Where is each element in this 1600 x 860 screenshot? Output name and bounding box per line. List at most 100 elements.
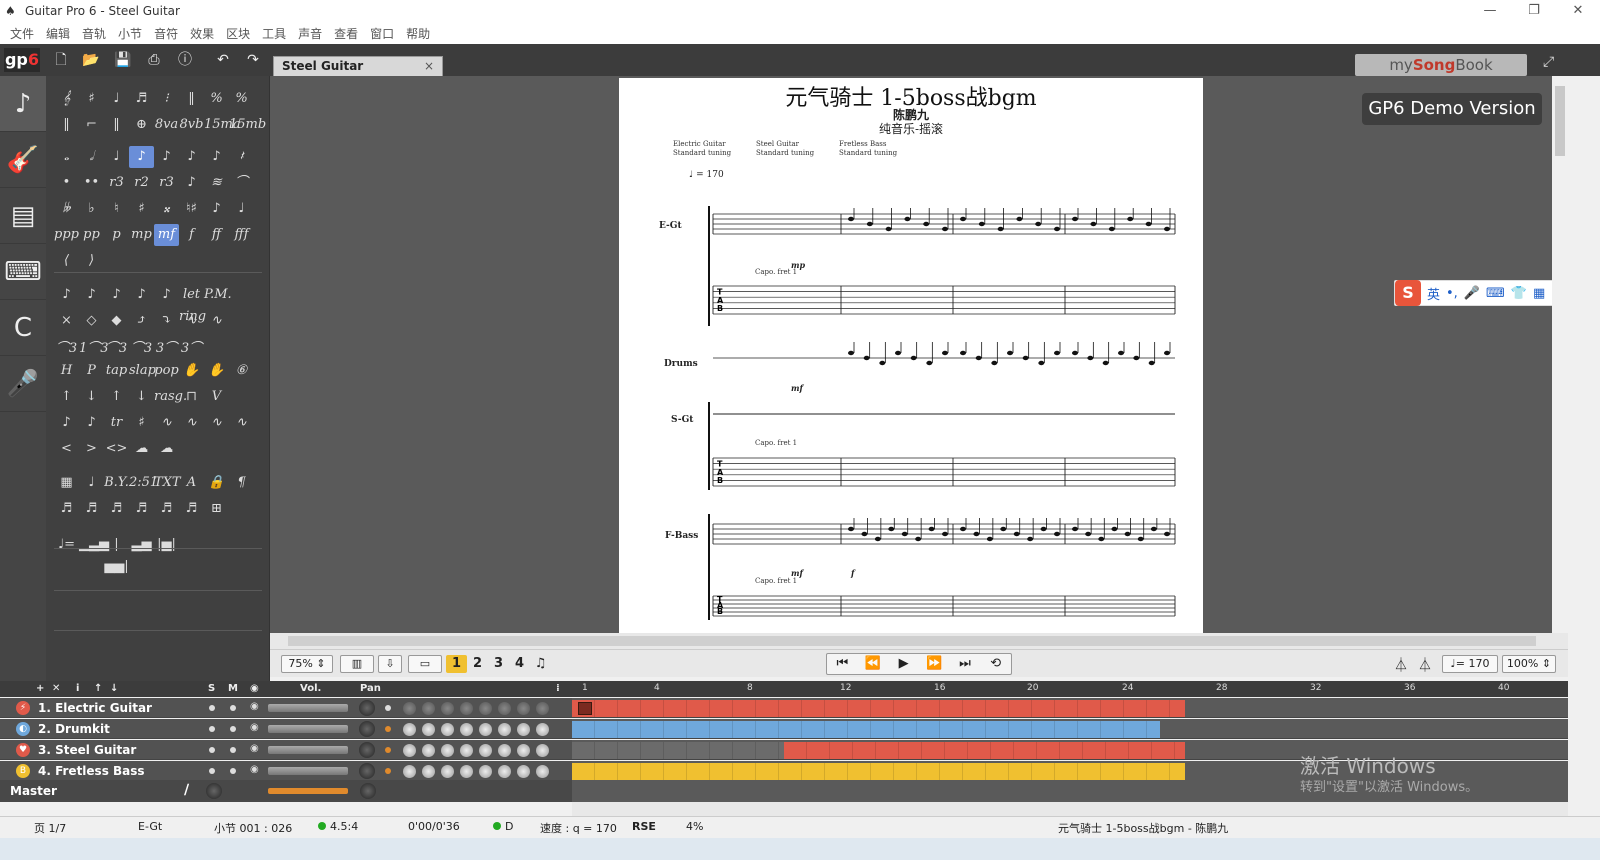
voice-2-button[interactable]: 2 xyxy=(467,655,488,673)
keyboard-icon[interactable]: ⌨ xyxy=(1486,286,1505,301)
mysongbook-button[interactable]: mySongBook xyxy=(1355,54,1527,76)
master-volume-slider[interactable] xyxy=(268,788,348,794)
master-track[interactable]: Master ∕ xyxy=(0,780,572,802)
visibility-eye-icon[interactable]: ◉ xyxy=(250,743,259,754)
timeline-bar-number[interactable]: 20 xyxy=(1027,683,1038,693)
palette-button[interactable]: ♯ xyxy=(129,198,154,220)
master-eq-knob[interactable] xyxy=(206,783,222,799)
palette-button[interactable]: ♩ xyxy=(104,88,129,110)
track-pan-knob[interactable] xyxy=(359,721,375,737)
track-eq-knob[interactable] xyxy=(479,765,492,778)
track-horizontal-scrollbar[interactable] xyxy=(572,802,1568,816)
track-eq-knob[interactable] xyxy=(517,765,530,778)
palette-button[interactable]: ∿ xyxy=(179,412,204,434)
palette-button[interactable]: ⁝ xyxy=(154,88,179,110)
timeline-bar-number[interactable]: 28 xyxy=(1216,683,1227,693)
palette-button[interactable]: ‖ xyxy=(104,114,129,136)
palette-button[interactable]: 8va xyxy=(154,114,179,136)
ime-punct-toggle[interactable]: •, xyxy=(1446,286,1458,301)
track-eq-knob[interactable] xyxy=(498,723,511,736)
palette-button[interactable]: ff xyxy=(204,224,229,246)
palette-button[interactable]: |▅| xyxy=(154,534,179,556)
track-name[interactable]: 1. Electric Guitar xyxy=(38,701,152,715)
timeline-bar-number[interactable]: 12 xyxy=(840,683,851,693)
palette-button[interactable]: ∿ xyxy=(179,310,204,332)
track-clip-block[interactable] xyxy=(572,721,1160,738)
maximize-button[interactable]: ❐ xyxy=(1512,0,1556,22)
palette-button[interactable]: ♬ xyxy=(129,498,154,520)
palette-button[interactable]: 𝄫 xyxy=(54,198,79,220)
move-track-up-button[interactable]: ↑ xyxy=(94,683,102,694)
palette-button[interactable]: ↓ xyxy=(129,386,154,408)
timeline-bar-number[interactable]: 40 xyxy=(1498,683,1509,693)
redo-icon[interactable]: ↷ xyxy=(242,50,264,70)
palette-button[interactable]: > xyxy=(79,438,104,460)
palette-button[interactable]: f xyxy=(179,224,204,246)
track-volume-slider[interactable] xyxy=(268,704,348,712)
timeline-bar-number[interactable]: 24 xyxy=(1122,683,1133,693)
palette-button[interactable]: ♯ xyxy=(79,88,104,110)
palette-button[interactable]: ⌒3 xyxy=(104,338,129,360)
palette-button[interactable]: ∿ xyxy=(229,412,254,434)
eye-icon[interactable]: ◉ xyxy=(250,683,259,694)
track-row[interactable]: B 4. Fretless Bass ◉ xyxy=(0,761,572,781)
palette-button[interactable]: B.Y. xyxy=(104,472,129,494)
zoom-select[interactable]: 75% ⇕ xyxy=(281,655,333,673)
track-eq-knob[interactable] xyxy=(422,744,435,757)
palette-button[interactable]: mp xyxy=(129,224,154,246)
track-eq-knob[interactable] xyxy=(536,702,549,715)
track-eq-knob[interactable] xyxy=(422,765,435,778)
play-icon[interactable]: ▶ xyxy=(888,654,919,674)
palette-button[interactable]: 🔒 xyxy=(204,472,229,494)
mute-toggle[interactable] xyxy=(230,726,236,732)
palette-button[interactable]: ⊞ xyxy=(204,498,229,520)
visibility-eye-icon[interactable]: ◉ xyxy=(250,701,259,712)
palette-button[interactable]: ⊕ xyxy=(129,114,154,136)
track-eq-knob[interactable] xyxy=(403,765,416,778)
palette-button[interactable]: ♪ xyxy=(154,146,179,168)
palette-button[interactable]: r2 xyxy=(129,172,154,194)
menu-file[interactable]: 文件 xyxy=(4,25,40,42)
menu-help[interactable]: 帮助 xyxy=(400,25,436,42)
palette-button[interactable]: ♪ xyxy=(204,198,229,220)
palette-button[interactable]: ⌒3 xyxy=(129,338,154,360)
menu-tools[interactable]: 工具 xyxy=(256,25,292,42)
palette-button[interactable]: tr xyxy=(104,412,129,434)
palette-button[interactable]: ♪ xyxy=(179,172,204,194)
palette-button[interactable]: |▅▅| xyxy=(104,534,129,574)
palette-button[interactable]: 2:51 xyxy=(129,472,158,494)
track-eq-knob[interactable] xyxy=(441,744,454,757)
menu-edit[interactable]: 编辑 xyxy=(40,25,76,42)
track-row[interactable]: ◐ 2. Drumkit ◉ xyxy=(0,719,572,739)
palette-button[interactable]: ‖ xyxy=(179,88,204,110)
menu-window[interactable]: 窗口 xyxy=(364,25,400,42)
countdown-icon[interactable]: ⏃ xyxy=(1418,655,1432,675)
go-to-start-icon[interactable]: ⏮ xyxy=(827,654,858,674)
palette-button[interactable]: ↑ xyxy=(104,386,129,408)
menu-bar-item[interactable]: 小节 xyxy=(112,25,148,42)
solo-toggle[interactable] xyxy=(209,726,215,732)
palette-button[interactable]: 8vb xyxy=(179,114,204,136)
info-icon[interactable]: ⓘ xyxy=(174,50,196,70)
track-eq-knob[interactable] xyxy=(536,744,549,757)
chord-c7-icon[interactable]: C xyxy=(0,300,46,356)
palette-button[interactable]: 𝅝 xyxy=(54,146,79,168)
track-eq-knob[interactable] xyxy=(536,723,549,736)
mute-toggle[interactable] xyxy=(230,768,236,774)
resize-handle-icon[interactable]: ⁞ xyxy=(556,683,560,694)
voice-3-button[interactable]: 3 xyxy=(488,655,509,673)
palette-button[interactable]: mf xyxy=(154,224,179,246)
track-lane[interactable] xyxy=(572,719,1568,739)
instrument-guitar-icon[interactable]: 🎸 xyxy=(0,132,46,188)
track-volume-slider[interactable] xyxy=(268,746,348,754)
timeline-bar-number[interactable]: 36 xyxy=(1404,683,1415,693)
palette-button[interactable]: tap xyxy=(104,360,129,382)
menu-note[interactable]: 音符 xyxy=(148,25,184,42)
track-eq-knob[interactable] xyxy=(441,702,454,715)
track-eq-knob[interactable] xyxy=(441,723,454,736)
palette-button[interactable]: 15ma xyxy=(204,114,241,136)
track-lane[interactable] xyxy=(572,698,1568,718)
mute-toggle[interactable] xyxy=(230,705,236,711)
palette-button[interactable]: ☁ xyxy=(129,438,154,460)
track-pan-knob[interactable] xyxy=(359,763,375,779)
